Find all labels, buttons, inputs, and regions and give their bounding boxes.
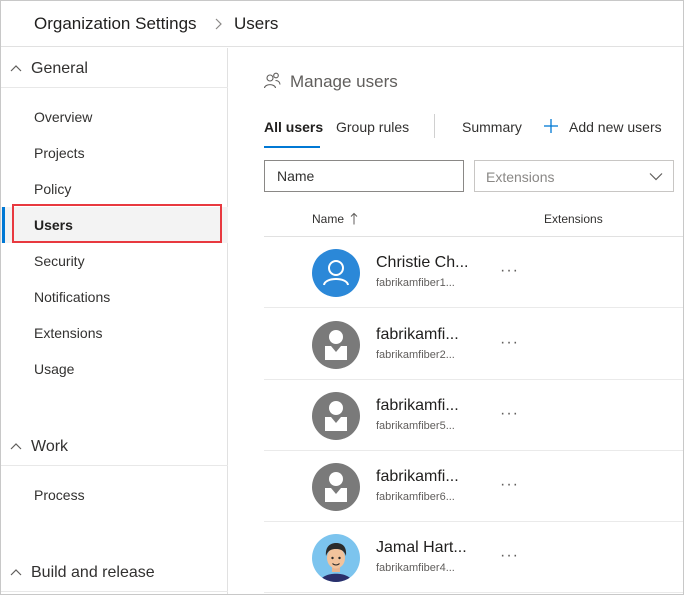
sidebar-item-projects[interactable]: Projects [1,135,228,171]
table-row[interactable]: Jamal Hart... fabrikamfiber4... ··· [264,522,683,593]
summary-button[interactable]: Summary [462,119,522,135]
sidebar-item-label: Policy [34,181,72,197]
main-panel: Manage users All users Group rules Summa… [229,48,683,594]
user-name[interactable]: fabrikamfi... [376,397,459,415]
chevron-up-icon [10,443,22,450]
sidebar-item-label: Process [34,487,85,503]
user-email: fabrikamfiber6... [376,491,455,503]
selection-indicator [2,207,5,243]
person-icon [323,260,349,286]
chevron-down-icon [649,173,663,181]
more-options-icon[interactable]: ··· [500,476,519,494]
sidebar-item-notifications[interactable]: Notifications [1,279,228,315]
sidebar-group-title: Work [31,438,69,455]
sidebar-group-general[interactable]: General [1,52,228,88]
sidebar-item-label: Overview [34,109,93,125]
placeholder-person-icon [325,401,347,431]
chevron-up-icon [10,65,22,72]
placeholder-person-icon [325,330,347,360]
user-photo-icon [320,543,352,582]
sidebar-item-label: Usage [34,361,75,377]
more-options-icon[interactable]: ··· [500,262,519,280]
more-options-icon[interactable]: ··· [500,547,519,565]
user-email: fabrikamfiber1... [376,277,455,289]
sidebar-item-overview[interactable]: Overview [1,99,228,135]
user-name[interactable]: fabrikamfi... [376,468,459,486]
add-new-users-label: Add new users [569,119,662,135]
user-email: fabrikamfiber5... [376,420,455,432]
sidebar-item-label: Security [34,253,85,269]
people-icon [263,72,281,89]
sidebar-item-label: Projects [34,145,85,161]
avatar [312,392,360,440]
sidebar-item-label: Extensions [34,325,103,341]
extensions-filter-dropdown[interactable]: Extensions [474,160,674,192]
sidebar-item-security[interactable]: Security [1,243,228,279]
avatar [312,321,360,369]
active-tab-indicator [264,146,320,148]
sidebar-item-process[interactable]: Process [1,477,228,513]
avatar [312,463,360,511]
sidebar-group-work[interactable]: Work [1,430,228,466]
avatar [312,534,360,582]
tab-all-users[interactable]: All users [264,119,323,135]
table-row[interactable]: Christie Ch... fabrikamfiber1... ··· [264,237,683,308]
column-header-extensions[interactable]: Extensions [544,212,603,226]
column-header-name[interactable]: Name [312,212,344,226]
placeholder-person-icon [325,472,347,502]
chevron-right-icon [215,18,222,30]
more-options-icon[interactable]: ··· [500,405,519,423]
extensions-filter-label: Extensions [486,169,555,185]
sort-ascending-icon[interactable] [350,212,358,225]
sidebar-item-extensions[interactable]: Extensions [1,315,228,351]
plus-icon [544,119,558,133]
sidebar-group-title: Build and release [31,564,155,581]
sidebar-group-title: General [31,60,88,77]
highlight-annotation [12,204,222,243]
breadcrumb-organization-settings[interactable]: Organization Settings [34,14,197,34]
table-row[interactable]: fabrikamfi... fabrikamfiber5... ··· [264,380,683,451]
sidebar: General Overview Projects Policy Users S… [1,48,228,594]
user-email: fabrikamfiber2... [376,349,455,361]
user-name[interactable]: fabrikamfi... [376,326,459,344]
user-name[interactable]: Christie Ch... [376,254,468,272]
tab-divider [434,114,435,138]
name-filter-input[interactable] [264,160,464,192]
app-window: Organization Settings Users General Over… [0,0,684,595]
page-title: Manage users [290,72,398,91]
sidebar-item-usage[interactable]: Usage [1,351,228,387]
tab-group-rules[interactable]: Group rules [336,119,409,135]
user-name[interactable]: Jamal Hart... [376,539,467,557]
sidebar-group-build-and-release[interactable]: Build and release [1,556,228,592]
table-row[interactable]: fabrikamfi... fabrikamfiber2... ··· [264,309,683,380]
user-email: fabrikamfiber4... [376,562,455,574]
chevron-up-icon [10,569,22,576]
sidebar-item-label: Notifications [34,289,111,305]
sidebar-item-policy[interactable]: Policy [1,171,228,207]
avatar [312,249,360,297]
table-row[interactable]: fabrikamfi... fabrikamfiber6... ··· [264,451,683,522]
breadcrumb-users: Users [234,14,279,33]
breadcrumb: Organization Settings Users [1,1,683,47]
more-options-icon[interactable]: ··· [500,334,519,352]
